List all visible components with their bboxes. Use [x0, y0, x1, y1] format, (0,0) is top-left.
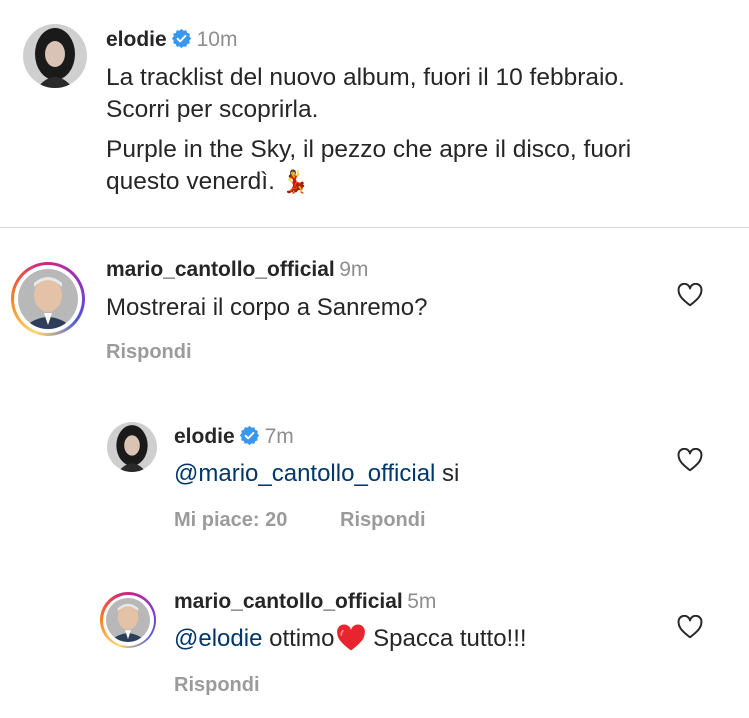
comment-timestamp: 9m — [339, 258, 369, 281]
reply-username[interactable]: mario_cantollo_official — [174, 590, 403, 613]
commenter-avatar[interactable] — [18, 269, 78, 329]
mention-link[interactable]: @elodie — [174, 625, 262, 652]
caption-text: questo venerdì. — [106, 168, 275, 195]
reply-timestamp: 5m — [407, 590, 437, 613]
avatar-mario-image — [106, 598, 150, 642]
post-timestamp: 10m — [196, 28, 238, 51]
post-author-avatar[interactable] — [23, 24, 87, 88]
verified-badge-icon — [172, 28, 192, 49]
caption-divider — [0, 227, 749, 228]
reply-text: @mario_cantollo_official si — [174, 459, 459, 489]
reply-body: ottimo — [262, 625, 335, 652]
post-caption: La tracklist del nuovo album, fuori il 1… — [106, 62, 736, 198]
reply-text: @elodie ottimo Spacca tutto!!! — [174, 624, 527, 654]
reply-body: si — [435, 460, 460, 487]
like-heart-icon[interactable] — [677, 615, 703, 639]
avatar-elodie-image — [23, 24, 87, 88]
mention-link[interactable]: @mario_cantollo_official — [174, 460, 435, 487]
dancer-emoji: 💃 — [281, 169, 310, 194]
avatar-elodie-image — [107, 422, 157, 472]
like-heart-icon[interactable] — [677, 448, 703, 472]
post-author-username[interactable]: elodie — [106, 28, 167, 51]
caption-line: Scorri per scoprirla. — [106, 96, 319, 123]
comment-username[interactable]: mario_cantollo_official — [106, 258, 335, 281]
reply-author-avatar[interactable] — [106, 598, 150, 642]
reply-button[interactable]: Rispondi — [174, 674, 260, 697]
caption-line: Purple in the Sky, il pezzo che apre il … — [106, 136, 632, 163]
reply-button[interactable]: Rispondi — [340, 509, 426, 532]
verified-badge-icon — [240, 425, 260, 446]
reply-username[interactable]: elodie — [174, 425, 235, 448]
avatar-mario-image — [18, 269, 78, 329]
reply-body: Spacca tutto!!! — [366, 625, 527, 652]
red-heart-emoji — [336, 624, 366, 652]
reply-author-avatar[interactable] — [107, 422, 157, 472]
comment-text: Mostrerai il corpo a Sanremo? — [106, 294, 428, 321]
likes-count-button[interactable]: Mi piace: 20 — [174, 509, 287, 532]
like-heart-icon[interactable] — [677, 283, 703, 307]
caption-line: questo venerdì. 💃 — [106, 166, 736, 198]
reply-timestamp: 7m — [264, 425, 294, 448]
reply-button[interactable]: Rispondi — [106, 341, 192, 364]
caption-line: La tracklist del nuovo album, fuori il 1… — [106, 64, 625, 91]
red-heart-icon — [337, 624, 366, 651]
